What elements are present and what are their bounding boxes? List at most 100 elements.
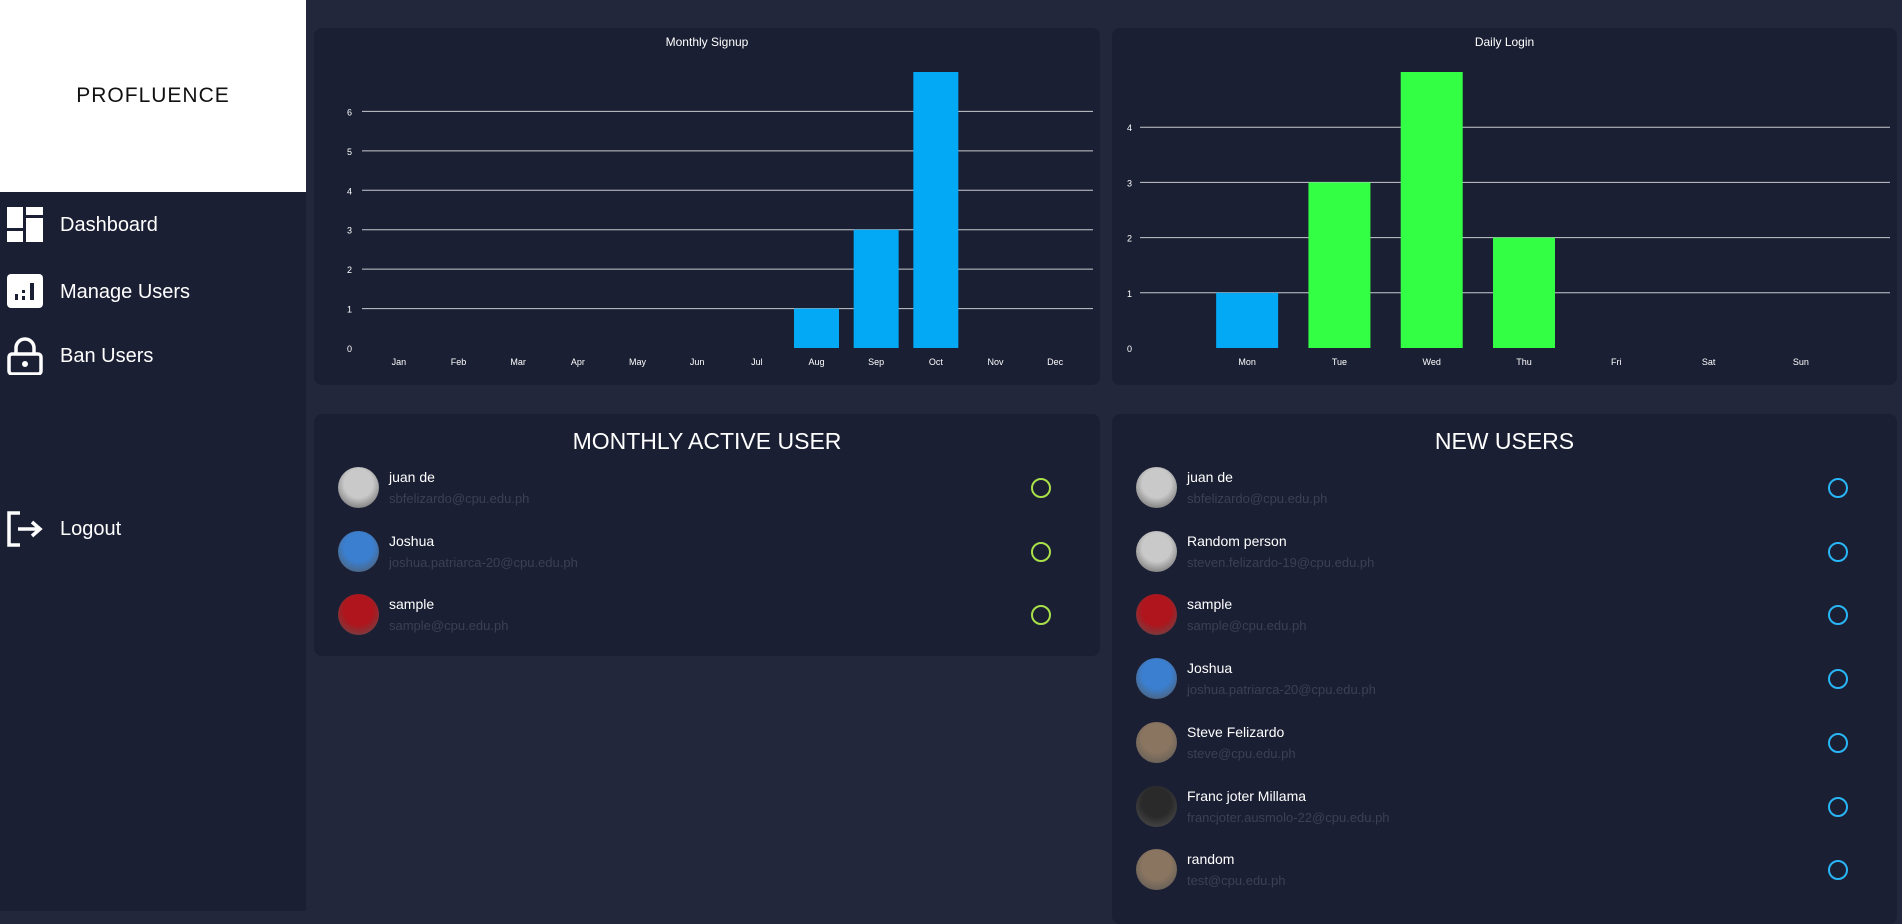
status-circle-icon: [1828, 732, 1848, 753]
y-tick-label: 0: [347, 344, 352, 354]
user-list-item[interactable]: juan de sbfelizardo@cpu.edu.ph: [1136, 467, 1873, 515]
user-list-item[interactable]: Steve Felizardo steve@cpu.edu.ph: [1136, 721, 1873, 770]
x-tick-label: May: [629, 357, 647, 367]
y-tick-label: 2: [347, 265, 352, 275]
status-circle-icon: [1828, 605, 1848, 626]
user-name: sample: [389, 596, 435, 613]
y-tick-label: 3: [347, 226, 352, 236]
user-list-item[interactable]: Joshua joshua.patriarca-20@cpu.edu.ph: [338, 530, 1076, 579]
status-circle-icon: [1828, 860, 1848, 881]
x-tick-label: Sat: [1702, 357, 1716, 367]
x-tick-label: Nov: [987, 357, 1004, 367]
sidebar-item-label: Ban Users: [60, 344, 154, 367]
status-circle-icon: [1828, 669, 1848, 690]
daily-login-chart: Daily Login 0 1 2 3 4 Mon Tue Wed Thu Fri Sat Sun: [1112, 28, 1897, 385]
avatar: [1136, 467, 1177, 508]
x-tick-label: Tue: [1332, 357, 1347, 367]
user-name: Joshua: [1187, 660, 1233, 677]
x-tick-label: Apr: [571, 357, 585, 367]
y-tick-label: 2: [1127, 234, 1132, 244]
avatar: [1136, 849, 1177, 891]
status-circle-icon: [1828, 478, 1848, 498]
user-list-item[interactable]: Franc joter Millama francjoter.ausmolo-2…: [1136, 785, 1873, 834]
x-tick-label: Sep: [868, 357, 884, 367]
status-circle-icon: [1031, 541, 1051, 562]
user-list-item[interactable]: random test@cpu.edu.ph: [1136, 849, 1873, 897]
sidebar: PROFLUENCE Dashboard Manage Users Ban Us…: [0, 0, 306, 911]
y-tick-label: 0: [1127, 344, 1132, 354]
x-tick-label: Jul: [751, 357, 763, 367]
status-circle-icon: [1828, 796, 1848, 817]
x-tick-label: Thu: [1516, 357, 1532, 367]
status-circle-icon: [1031, 478, 1051, 498]
logout-button[interactable]: Logout: [6, 510, 121, 548]
x-tick-label: Mon: [1238, 357, 1256, 367]
user-email: sample@cpu.edu.ph: [389, 618, 509, 634]
y-tick-label: 4: [1127, 123, 1132, 133]
avatar: [1136, 594, 1177, 636]
x-tick-label: Jun: [690, 357, 705, 367]
avatar: [1136, 658, 1177, 700]
x-tick-label: Feb: [451, 357, 467, 367]
user-list-item[interactable]: juan de sbfelizardo@cpu.edu.ph: [338, 467, 1076, 515]
x-tick-label: Dec: [1047, 357, 1064, 367]
lock-icon: [7, 337, 43, 375]
avatar: [338, 594, 379, 636]
bar-wed[interactable]: [1400, 72, 1463, 348]
sidebar-item-label: Dashboard: [60, 213, 158, 236]
bar-tue[interactable]: [1308, 182, 1371, 348]
bar-sep[interactable]: [853, 229, 899, 348]
chart-title: Daily Login: [1475, 35, 1534, 49]
monthly-active-user-panel: MONTHLY ACTIVE USER juan de sbfelizardo@…: [314, 414, 1100, 656]
panel-title: NEW USERS: [1434, 428, 1575, 454]
user-list-item[interactable]: sample sample@cpu.edu.ph: [1136, 594, 1873, 642]
sidebar-item-dashboard[interactable]: Dashboard: [6, 206, 158, 244]
bar-oct[interactable]: [913, 72, 959, 348]
avatar: [1136, 530, 1177, 572]
logout-label: Logout: [60, 517, 122, 540]
x-tick-label: Aug: [808, 357, 824, 367]
user-email: sbfelizardo@cpu.edu.ph: [389, 491, 530, 506]
user-list-item[interactable]: Joshua joshua.patriarca-20@cpu.edu.ph: [1136, 658, 1873, 706]
y-tick-label: 4: [347, 186, 352, 196]
x-tick-label: Fri: [1611, 357, 1622, 367]
x-tick-label: Jan: [392, 357, 407, 367]
status-circle-icon: [1031, 605, 1051, 626]
user-email: sample@cpu.edu.ph: [1187, 618, 1307, 634]
bar-thu[interactable]: [1493, 237, 1555, 348]
user-list-item[interactable]: sample sample@cpu.edu.ph: [338, 594, 1076, 642]
user-name: random: [1187, 851, 1235, 868]
logout-icon: [7, 511, 43, 547]
user-email: sbfelizardo@cpu.edu.ph: [1187, 491, 1328, 506]
monthly-signup-chart: Monthly Signup 0 1 2 3 4 5 6 Jan Feb Mar Apr May Jun J…: [314, 28, 1100, 385]
bar-mon[interactable]: [1216, 292, 1279, 348]
panel-title: MONTHLY ACTIVE USER: [572, 428, 842, 454]
y-tick-label: 6: [347, 107, 352, 117]
status-circle-icon: [1828, 541, 1848, 562]
x-tick-label: Wed: [1423, 357, 1441, 367]
dashboard-icon: [7, 207, 43, 242]
avatar: [338, 467, 379, 508]
user-list-item[interactable]: Random person steven.felizardo-19@cpu.ed…: [1136, 530, 1873, 579]
user-email: steve@cpu.edu.ph: [1187, 745, 1296, 761]
chart-icon: [7, 274, 43, 308]
sidebar-item-ban-users[interactable]: Ban Users: [6, 337, 153, 375]
user-name: Franc joter Millama: [1187, 787, 1307, 804]
y-tick-label: 1: [347, 305, 352, 315]
sidebar-item-manage-users[interactable]: Manage Users: [6, 273, 190, 311]
y-tick-label: 3: [1127, 178, 1132, 188]
new-users-panel: NEW USERS juan de sbfelizardo@cpu.edu.ph…: [1112, 414, 1897, 924]
x-tick-label: Oct: [929, 357, 944, 367]
y-tick-label: 1: [1127, 289, 1132, 299]
x-tick-label: Mar: [510, 357, 526, 367]
bar-aug[interactable]: [794, 308, 839, 348]
avatar: [1136, 785, 1177, 827]
user-name: juan de: [1187, 469, 1233, 485]
user-email: test@cpu.edu.ph: [1187, 873, 1286, 889]
user-email: francjoter.ausmolo-22@cpu.edu.ph: [1187, 809, 1390, 825]
y-tick-label: 5: [347, 147, 352, 157]
x-tick-label: Sun: [1793, 357, 1809, 367]
user-name: sample: [1187, 596, 1233, 613]
avatar: [338, 530, 379, 572]
user-email: steven.felizardo-19@cpu.edu.ph: [1187, 554, 1375, 570]
